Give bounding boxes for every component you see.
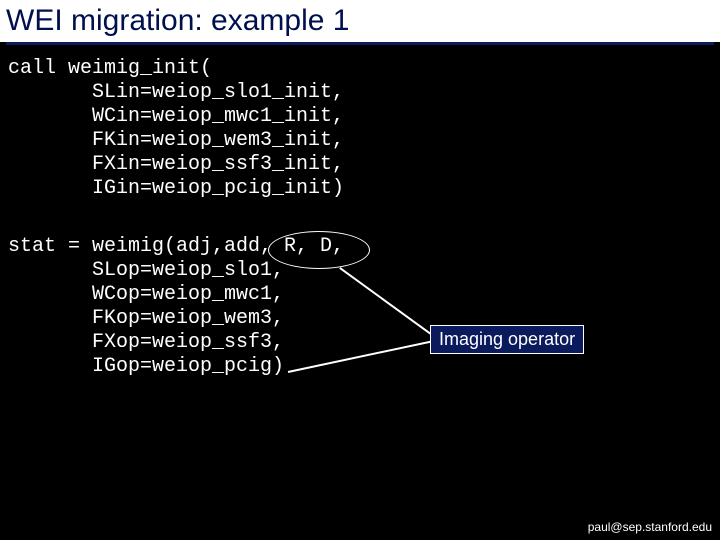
slide-title: WEI migration: example 1 (6, 4, 712, 38)
title-bar: WEI migration: example 1 (0, 0, 720, 42)
callout-label: Imaging operator (439, 329, 575, 349)
footer-email: paul@sep.stanford.edu (588, 520, 712, 534)
code-block-init: call weimig_init( SLin=weiop_slo1_init, … (8, 57, 720, 201)
highlight-ellipse (268, 231, 370, 269)
slide-body: call weimig_init( SLin=weiop_slo1_init, … (0, 45, 720, 379)
callout-box: Imaging operator (430, 325, 584, 354)
